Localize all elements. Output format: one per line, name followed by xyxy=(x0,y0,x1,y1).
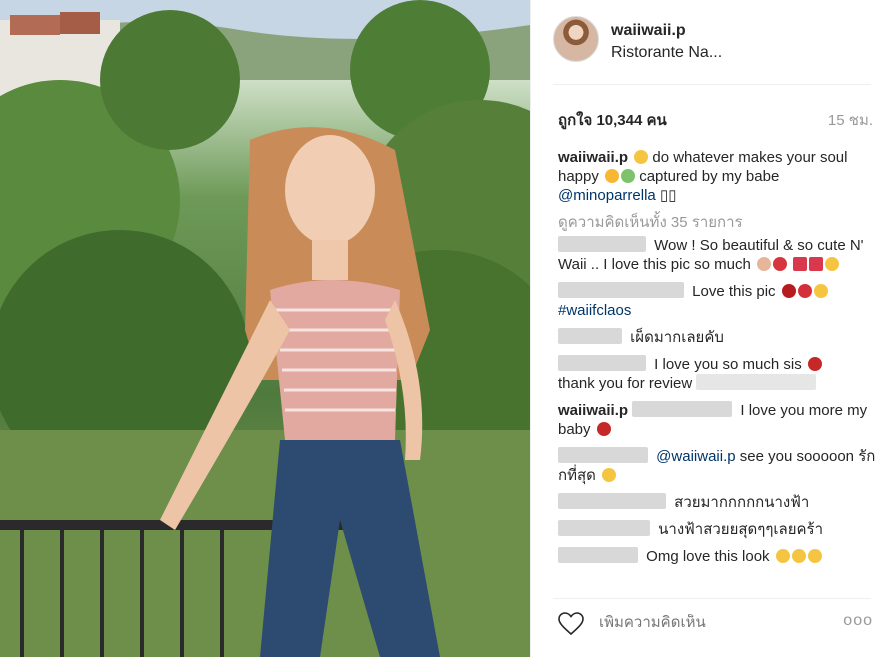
comment-item: นางฟ้าสวยยสุดๆๆเลยคร้า xyxy=(558,520,876,539)
leaf-icon xyxy=(621,169,636,183)
comment-item: waiiwaii.p I love you more my baby xyxy=(558,401,876,439)
caption-trailing: ▯▯ xyxy=(659,187,677,204)
heart-outline-icon[interactable] xyxy=(558,612,584,641)
post-sidebar: waiiwaii.p Ristorante Na... ถูกใจ 10,344… xyxy=(530,0,883,657)
comment-item: Love this pic #waiifclaos xyxy=(558,282,876,320)
comment-text: Omg love this look xyxy=(646,548,770,565)
comment-username[interactable]: waiiwaii.p xyxy=(558,402,628,419)
comment-text: สวยมากกกกกนางฟ้า xyxy=(674,494,810,511)
hand-icon xyxy=(757,257,772,271)
redacted-username xyxy=(558,355,646,371)
love-letter-icon xyxy=(809,257,824,271)
hearts-icon xyxy=(807,357,822,371)
heart-icon xyxy=(781,284,796,298)
redacted-username xyxy=(558,236,646,252)
comment-hashtag[interactable]: #waiifclaos xyxy=(558,302,631,319)
comment-mention[interactable]: @waiiwaii.p xyxy=(656,448,735,465)
redacted-mention xyxy=(632,401,733,417)
emoji-icon xyxy=(634,150,649,164)
comment-item: เผ็ดมากเลยคับ xyxy=(558,328,876,347)
post-view: waiiwaii.p Ristorante Na... ถูกใจ 10,344… xyxy=(0,0,883,657)
redacted-username xyxy=(558,447,648,463)
more-options-icon[interactable]: ooo xyxy=(843,612,873,630)
avatar[interactable] xyxy=(553,16,599,62)
heart-icon xyxy=(596,422,611,436)
redacted-username xyxy=(558,493,666,509)
comment-text: เผ็ดมากเลยคับ xyxy=(630,329,724,346)
caption-username[interactable]: waiiwaii.p xyxy=(558,149,628,166)
post-photo[interactable] xyxy=(0,0,530,657)
comment-item: I love you so much sis thank you for rev… xyxy=(558,355,876,393)
comment-text: นางฟ้าสวยยสุดๆๆเลยคร้า xyxy=(658,521,824,538)
header-divider xyxy=(553,84,871,85)
sunflower-icon xyxy=(605,169,620,183)
add-comment-input[interactable] xyxy=(599,614,799,631)
hand-icon xyxy=(813,284,828,298)
post-time[interactable]: 15 ชม. xyxy=(828,108,873,132)
redacted-username xyxy=(558,328,622,344)
kiss-icon xyxy=(797,284,812,298)
footer-divider xyxy=(553,598,871,599)
redacted-mention xyxy=(696,374,817,390)
redacted-username xyxy=(558,520,650,536)
comment-item: Omg love this look xyxy=(558,547,876,566)
post-footer: ooo xyxy=(531,600,883,657)
smile-icon xyxy=(791,549,806,563)
comment-item: @waiiwaii.p see you sooooon รักกที่สุด xyxy=(558,447,876,485)
kiss-face-icon xyxy=(602,468,617,482)
post-location[interactable]: Ristorante Na... xyxy=(611,44,722,62)
photo-illustration xyxy=(0,0,530,657)
comment-item: สวยมากกกกกนางฟ้า xyxy=(558,493,876,512)
comment-text: Love this pic xyxy=(692,283,776,300)
rose-icon xyxy=(773,257,788,271)
caption-mention[interactable]: @minoparrella xyxy=(558,187,656,204)
comment-text-2: thank you for review xyxy=(558,375,693,392)
redacted-username xyxy=(558,282,684,298)
like-count[interactable]: ถูกใจ 10,344 คน xyxy=(558,108,667,132)
view-all-comments[interactable]: ดูความคิดเห็นทั้ง 35 รายการ xyxy=(558,213,876,232)
smile-icon xyxy=(807,549,822,563)
caption-text-2: captured by my babe xyxy=(639,168,780,185)
post-username[interactable]: waiiwaii.p xyxy=(611,22,686,40)
comment-item: Wow ! So beautiful & so cute N' Waii .. … xyxy=(558,236,876,274)
comments-list: waiiwaii.p do whatever makes your soul h… xyxy=(558,148,876,574)
caption: waiiwaii.p do whatever makes your soul h… xyxy=(558,148,876,205)
smile-icon xyxy=(825,257,840,271)
post-header: waiiwaii.p Ristorante Na... xyxy=(531,0,883,84)
love-letter-icon xyxy=(793,257,808,271)
smile-icon xyxy=(775,549,790,563)
comment-text: I love you so much sis xyxy=(654,356,802,373)
redacted-username xyxy=(558,547,638,563)
